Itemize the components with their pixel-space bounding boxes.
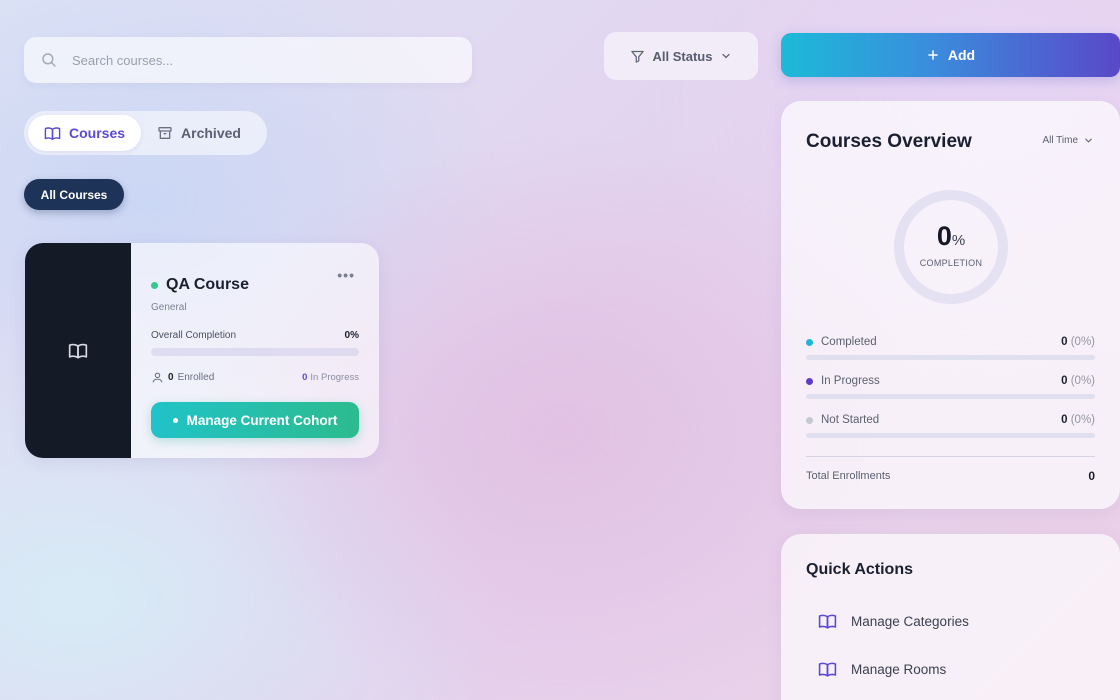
book-icon [44, 126, 61, 140]
course-thumbnail [25, 243, 131, 458]
category-chip-all-courses[interactable]: All Courses [24, 179, 124, 210]
status-dot [151, 281, 158, 289]
add-button-label: Add [947, 47, 976, 63]
stat-label-wrap: Completed [806, 336, 877, 348]
completion-percentage: 0% [892, 221, 1010, 252]
quick-action-label: Manage Categories [851, 614, 969, 629]
stat-label: In Progress [821, 375, 880, 387]
view-tabs: Courses Archived [24, 111, 267, 155]
quick-action-manage-categories[interactable]: Manage Categories [818, 612, 969, 631]
stat-row-completed: Completed 0 (0%) [806, 336, 1095, 366]
add-button[interactable]: Add [781, 33, 1120, 77]
in-progress-dot [806, 377, 813, 385]
course-title-row: QA Course [151, 276, 249, 294]
enrolled-label: Enrolled [177, 372, 215, 383]
enrolled-info: 0 Enrolled [151, 371, 214, 384]
quick-actions-panel: Quick Actions Manage Categories Manage R… [781, 534, 1120, 700]
category-chip-label: All Courses [40, 187, 108, 202]
stat-bar [806, 355, 1095, 360]
course-title: QA Course [166, 276, 249, 293]
completion-progress-bar [151, 348, 359, 356]
completion-number: 0 [936, 221, 952, 251]
quick-action-label: Manage Rooms [851, 662, 947, 677]
enrolled-count: 0 [168, 372, 174, 383]
status-filter-dropdown[interactable]: All Status [604, 32, 758, 80]
tab-courses-label: Courses [69, 125, 126, 141]
user-icon [152, 372, 163, 383]
courses-overview-panel: Courses Overview All Time 0% COMPLETION … [781, 101, 1120, 509]
filter-icon [630, 50, 644, 63]
search-input[interactable] [72, 52, 452, 68]
not-started-dot [806, 416, 813, 424]
overview-title: Courses Overview [806, 131, 972, 152]
stat-value: 0 (0%) [1061, 336, 1095, 348]
course-card-body: QA Course ••• General Overall Completion… [151, 243, 359, 458]
book-icon [68, 343, 88, 358]
completed-dot [806, 338, 813, 346]
completion-caption: COMPLETION [919, 258, 983, 268]
divider [806, 456, 1095, 457]
stat-row-not-started: Not Started 0 (0%) [806, 414, 1095, 444]
quick-actions-title: Quick Actions [806, 561, 913, 578]
time-filter-label: All Time [1042, 135, 1078, 146]
tab-archived-label: Archived [181, 125, 241, 141]
stat-pct: (0%) [1070, 375, 1095, 387]
chevron-down-icon [1085, 138, 1092, 143]
stat-label: Completed [821, 336, 877, 348]
tab-archived[interactable]: Archived [141, 115, 257, 151]
course-card[interactable]: QA Course ••• General Overall Completion… [25, 243, 379, 458]
stat-count: 0 [1061, 375, 1068, 387]
total-enrollments-value: 0 [1088, 469, 1095, 483]
archive-icon [158, 127, 172, 139]
quick-action-manage-rooms[interactable]: Manage Rooms [818, 660, 946, 679]
total-enrollments-label: Total Enrollments [806, 470, 891, 482]
stat-label: Not Started [821, 414, 880, 426]
stat-value: 0 (0%) [1061, 414, 1095, 426]
stat-label-wrap: Not Started [806, 414, 879, 426]
completion-unit: % [951, 232, 966, 249]
stat-pct: (0%) [1070, 414, 1095, 426]
chevron-down-icon [722, 53, 731, 59]
search-icon [42, 53, 56, 67]
stat-count: 0 [1061, 336, 1068, 348]
book-icon [818, 662, 837, 677]
more-options-icon[interactable]: ••• [337, 267, 355, 283]
stat-bar [806, 433, 1095, 438]
in-progress-count: 0 [302, 372, 308, 383]
stat-value: 0 (0%) [1061, 375, 1095, 387]
in-progress-label: In Progress [310, 372, 359, 383]
manage-cohort-button[interactable]: Manage Current Cohort [151, 402, 359, 438]
stat-pct: (0%) [1070, 336, 1095, 348]
book-icon [818, 614, 837, 629]
time-filter-dropdown[interactable]: All Time [1042, 135, 1094, 146]
stat-label-wrap: In Progress [806, 375, 880, 387]
course-category: General [151, 302, 187, 313]
manage-cohort-label: Manage Current Cohort [186, 412, 338, 428]
in-progress-info: 0 In Progress [302, 372, 359, 383]
stat-row-in-progress: In Progress 0 (0%) [806, 375, 1095, 405]
search-bar[interactable] [24, 37, 472, 83]
bullet-icon [172, 417, 178, 423]
stat-bar [806, 394, 1095, 399]
stat-count: 0 [1061, 414, 1068, 426]
status-filter-label: All Status [652, 48, 713, 64]
completion-label: Overall Completion [151, 330, 237, 341]
plus-icon [928, 50, 938, 60]
tab-courses[interactable]: Courses [28, 115, 142, 151]
completion-value: 0% [344, 330, 359, 341]
